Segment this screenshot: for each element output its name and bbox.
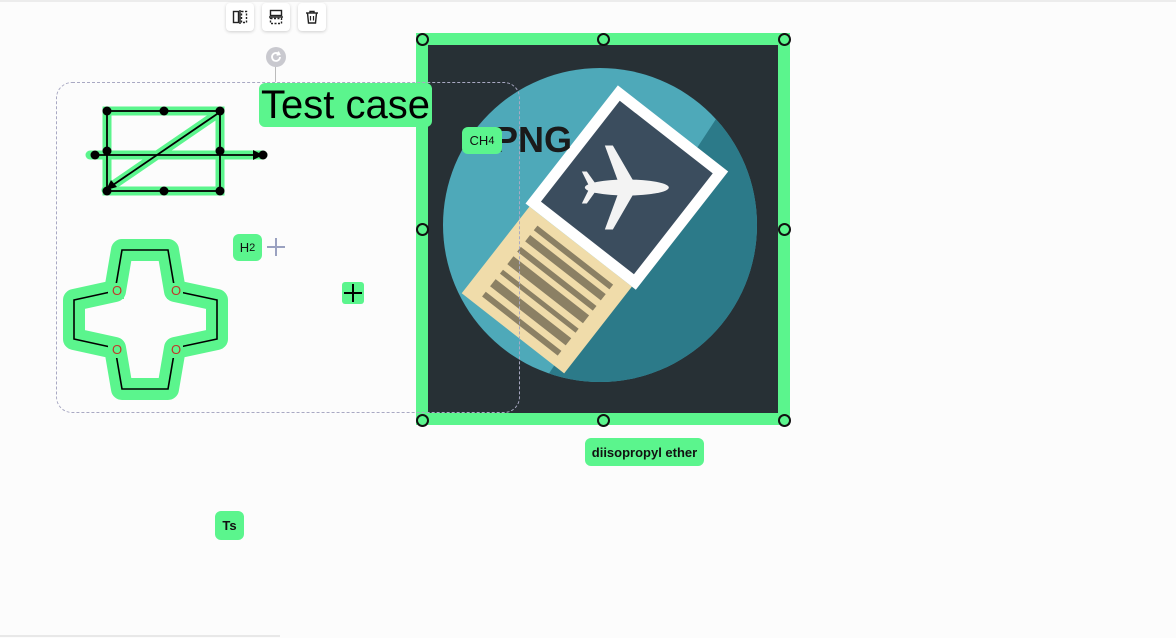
drawn-shapes[interactable] xyxy=(85,100,275,200)
rotation-connector xyxy=(275,66,276,82)
plus-icon xyxy=(344,284,362,302)
plus-icon-selected[interactable] xyxy=(342,282,364,304)
chem-label-ch4[interactable]: CH 4 xyxy=(462,127,502,154)
flip-horizontal-button[interactable] xyxy=(226,3,254,31)
rotate-icon xyxy=(271,51,281,62)
atom-label: O xyxy=(112,283,123,298)
label-diisopropyl-ether[interactable]: diisopropyl ether xyxy=(585,438,704,466)
chem-label-main: H xyxy=(239,240,250,255)
resize-handle-ne[interactable] xyxy=(778,33,791,46)
atom-label: O xyxy=(112,342,123,357)
resize-handle-s[interactable] xyxy=(597,414,610,427)
resize-handle-sw[interactable] xyxy=(416,414,429,427)
text-element[interactable]: Test case xyxy=(259,83,432,127)
chem-label-h2[interactable]: H2 xyxy=(233,234,262,261)
resize-handle-e[interactable] xyxy=(778,223,791,236)
flip-vertical-button[interactable] xyxy=(262,3,290,31)
bottom-divider xyxy=(0,635,280,637)
resize-handle-n[interactable] xyxy=(597,33,610,46)
delete-button[interactable] xyxy=(298,3,326,31)
flip-vertical-icon xyxy=(269,9,283,25)
atom-label: O xyxy=(171,342,182,357)
resize-handle-se[interactable] xyxy=(778,414,791,427)
label-ts[interactable]: Ts xyxy=(215,511,244,540)
plus-icon[interactable] xyxy=(265,236,287,258)
trash-icon xyxy=(306,10,318,24)
resize-handle-w[interactable] xyxy=(416,223,429,236)
chem-label-main: CH xyxy=(469,133,489,148)
top-divider xyxy=(0,0,1176,2)
molecule-structure[interactable] xyxy=(60,236,235,408)
atom-label: O xyxy=(171,283,182,298)
resize-handle-nw[interactable] xyxy=(416,33,429,46)
rotate-handle[interactable] xyxy=(266,47,286,67)
flip-horizontal-icon xyxy=(232,10,248,24)
